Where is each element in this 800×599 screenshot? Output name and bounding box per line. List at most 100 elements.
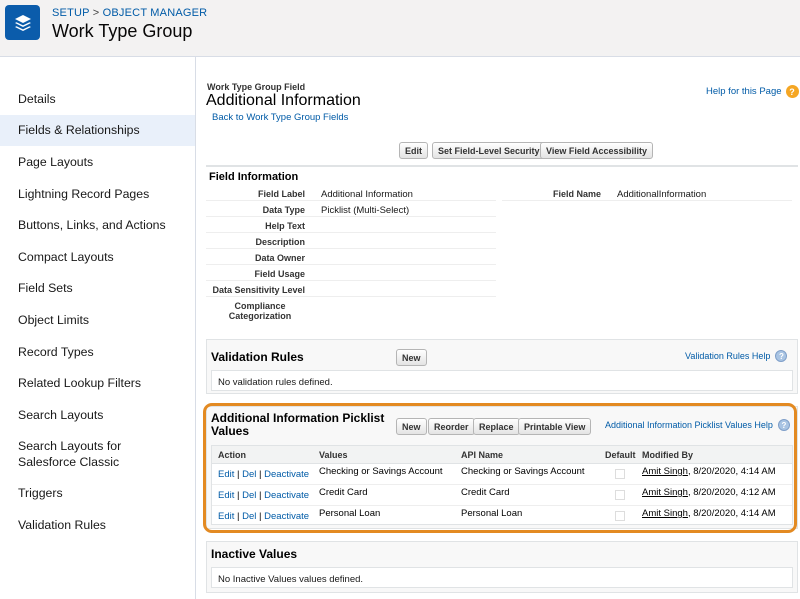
inactive-values-section: Inactive Values No Inactive Values value…	[206, 541, 798, 593]
page-title: Work Type Group	[52, 21, 193, 41]
inactive-values-title: Inactive Values	[211, 547, 298, 561]
modified-by-cell: Amit Singh, 8/20/2020, 4:12 AM	[642, 487, 776, 498]
fi-value: Picklist (Multi-Select)	[321, 205, 410, 216]
breadcrumb-separator: >	[92, 7, 100, 19]
sidebar-item-buttons-links-actions[interactable]: Buttons, Links, and Actions	[0, 209, 195, 241]
help-icon[interactable]: ?	[775, 350, 788, 362]
new-picklist-value-button[interactable]: New	[396, 418, 427, 435]
modified-by-user-link[interactable]: Amit Singh	[642, 508, 688, 519]
action-separator: |	[259, 511, 262, 522]
set-field-level-security-button[interactable]: Set Field-Level Security	[432, 142, 546, 159]
fi-label: Help Text	[265, 221, 305, 231]
table-header: Action Values API Name Default Modified …	[212, 446, 792, 464]
row-actions: Edit | Del | Deactivate	[218, 490, 309, 501]
edit-link[interactable]: Edit	[218, 469, 234, 480]
row-actions: Edit | Del | Deactivate	[218, 469, 309, 480]
picklist-values-help-link[interactable]: Additional Information Picklist Values H…	[605, 420, 773, 430]
replace-button[interactable]: Replace	[473, 418, 520, 435]
validation-rules-help-link[interactable]: Validation Rules Help	[685, 351, 770, 361]
sidebar-item-label: Lightning Record Pages	[18, 186, 150, 201]
table-row: Edit | Del | Deactivate Personal Loan Pe…	[212, 506, 792, 525]
value-cell: Credit Card	[319, 487, 368, 498]
field-caption: Work Type Group Field	[207, 82, 306, 92]
sidebar-item-label: Validation Rules	[18, 517, 106, 532]
sidebar-item-search-layouts-classic[interactable]: Search Layouts for Salesforce Classic	[0, 431, 195, 478]
picklist-values-help[interactable]: Additional Information Picklist Values H…	[605, 419, 790, 431]
sidebar-item-label: Related Lookup Filters	[18, 376, 142, 391]
fi-label: Field Label	[257, 189, 305, 199]
sidebar-item-lightning-record-pages[interactable]: Lightning Record Pages	[0, 178, 195, 210]
fi-label: Compliance Categorization	[228, 301, 292, 321]
back-to-fields-link[interactable]: Back to Work Type Group Fields	[212, 112, 348, 123]
action-separator: |	[259, 469, 262, 480]
fi-row-data-sensitivity: Data Sensitivity Level	[206, 283, 496, 297]
sidebar-item-object-limits[interactable]: Object Limits	[0, 304, 195, 336]
fi-row-field-label: Field Label Additional Information	[206, 187, 496, 201]
value-cell: Personal Loan	[319, 508, 381, 519]
modified-by-cell: Amit Singh, 8/20/2020, 4:14 AM	[642, 466, 776, 477]
api-name-cell: Credit Card	[461, 487, 510, 498]
field-title: Additional Information	[206, 92, 361, 109]
sidebar-item-triggers[interactable]: Triggers	[0, 478, 195, 510]
column-header-api-name: API Name	[461, 450, 504, 460]
reorder-button[interactable]: Reorder	[428, 418, 475, 435]
sidebar-item-label: Details	[18, 91, 56, 106]
edit-link[interactable]: Edit	[218, 511, 234, 522]
del-link[interactable]: Del	[242, 511, 256, 522]
fi-row-data-type: Data Type Picklist (Multi-Select)	[206, 203, 496, 217]
sidebar-item-related-lookup-filters[interactable]: Related Lookup Filters	[0, 367, 195, 399]
column-header-modified-by: Modified By	[642, 450, 693, 460]
breadcrumb-object-manager[interactable]: OBJECT MANAGER	[103, 7, 208, 19]
picklist-table: Action Values API Name Default Modified …	[211, 445, 793, 525]
help-for-page[interactable]: Help for this Page ?	[706, 85, 799, 98]
page-header: SETUP > OBJECT MANAGER Work Type Group	[0, 0, 800, 57]
sidebar-item-label: Compact Layouts	[18, 249, 114, 264]
fi-label: Data Sensitivity Level	[212, 285, 305, 295]
deactivate-link[interactable]: Deactivate	[264, 511, 309, 522]
help-orange-icon[interactable]: ?	[785, 85, 799, 98]
default-checkbox	[615, 490, 625, 500]
modified-date: , 8/20/2020, 4:14 AM	[687, 508, 776, 519]
edit-button[interactable]: Edit	[399, 142, 428, 159]
help-for-page-link[interactable]: Help for this Page	[706, 86, 782, 97]
layers-icon	[5, 5, 40, 40]
sidebar-item-field-sets[interactable]: Field Sets	[0, 273, 195, 305]
fi-row-help-text: Help Text	[206, 219, 496, 233]
api-name-cell: Personal Loan	[461, 508, 523, 519]
fi-row-data-owner: Data Owner	[206, 251, 496, 265]
sidebar-item-compact-layouts[interactable]: Compact Layouts	[0, 241, 195, 273]
sidebar-item-label: Fields & Relationships	[18, 123, 140, 138]
table-row: Edit | Del | Deactivate Checking or Savi…	[212, 464, 792, 485]
sidebar-item-label: Page Layouts	[18, 154, 94, 169]
validation-rules-help[interactable]: Validation Rules Help ?	[685, 350, 788, 362]
sidebar-item-label: Field Sets	[18, 281, 73, 296]
modified-by-user-link[interactable]: Amit Singh	[642, 487, 688, 498]
modified-by-user-link[interactable]: Amit Singh	[642, 466, 688, 477]
sidebar-item-search-layouts[interactable]: Search Layouts	[0, 399, 195, 431]
sidebar-item-fields-relationships[interactable]: Fields & Relationships	[0, 114, 195, 147]
sidebar-item-label: Search Layouts	[18, 407, 104, 422]
fi-value: AdditionalInformation	[617, 189, 707, 200]
view-field-accessibility-button[interactable]: View Field Accessibility	[540, 142, 654, 159]
new-validation-rule-button[interactable]: New	[396, 349, 427, 366]
del-link[interactable]: Del	[242, 490, 256, 501]
column-header-values: Values	[319, 450, 348, 460]
fi-row-description: Description	[206, 235, 496, 249]
column-header-default: Default	[605, 450, 636, 460]
edit-link[interactable]: Edit	[218, 490, 234, 501]
fi-label: Field Name	[552, 189, 601, 199]
sidebar-item-details[interactable]: Details	[0, 83, 195, 115]
breadcrumb-setup[interactable]: SETUP	[52, 7, 89, 19]
help-icon[interactable]: ?	[777, 419, 790, 431]
sidebar-item-record-types[interactable]: Record Types	[0, 336, 195, 368]
deactivate-link[interactable]: Deactivate	[264, 469, 309, 480]
del-link[interactable]: Del	[242, 469, 256, 480]
deactivate-link[interactable]: Deactivate	[264, 490, 309, 501]
field-information-title: Field Information	[209, 171, 299, 183]
validation-rules-title: Validation Rules	[211, 350, 304, 364]
sidebar-item-page-layouts[interactable]: Page Layouts	[0, 146, 195, 178]
fi-row-field-usage: Field Usage	[206, 267, 496, 281]
printable-view-button[interactable]: Printable View	[518, 418, 592, 435]
sidebar-item-validation-rules[interactable]: Validation Rules	[0, 509, 195, 541]
modified-date: , 8/20/2020, 4:12 AM	[687, 487, 776, 498]
